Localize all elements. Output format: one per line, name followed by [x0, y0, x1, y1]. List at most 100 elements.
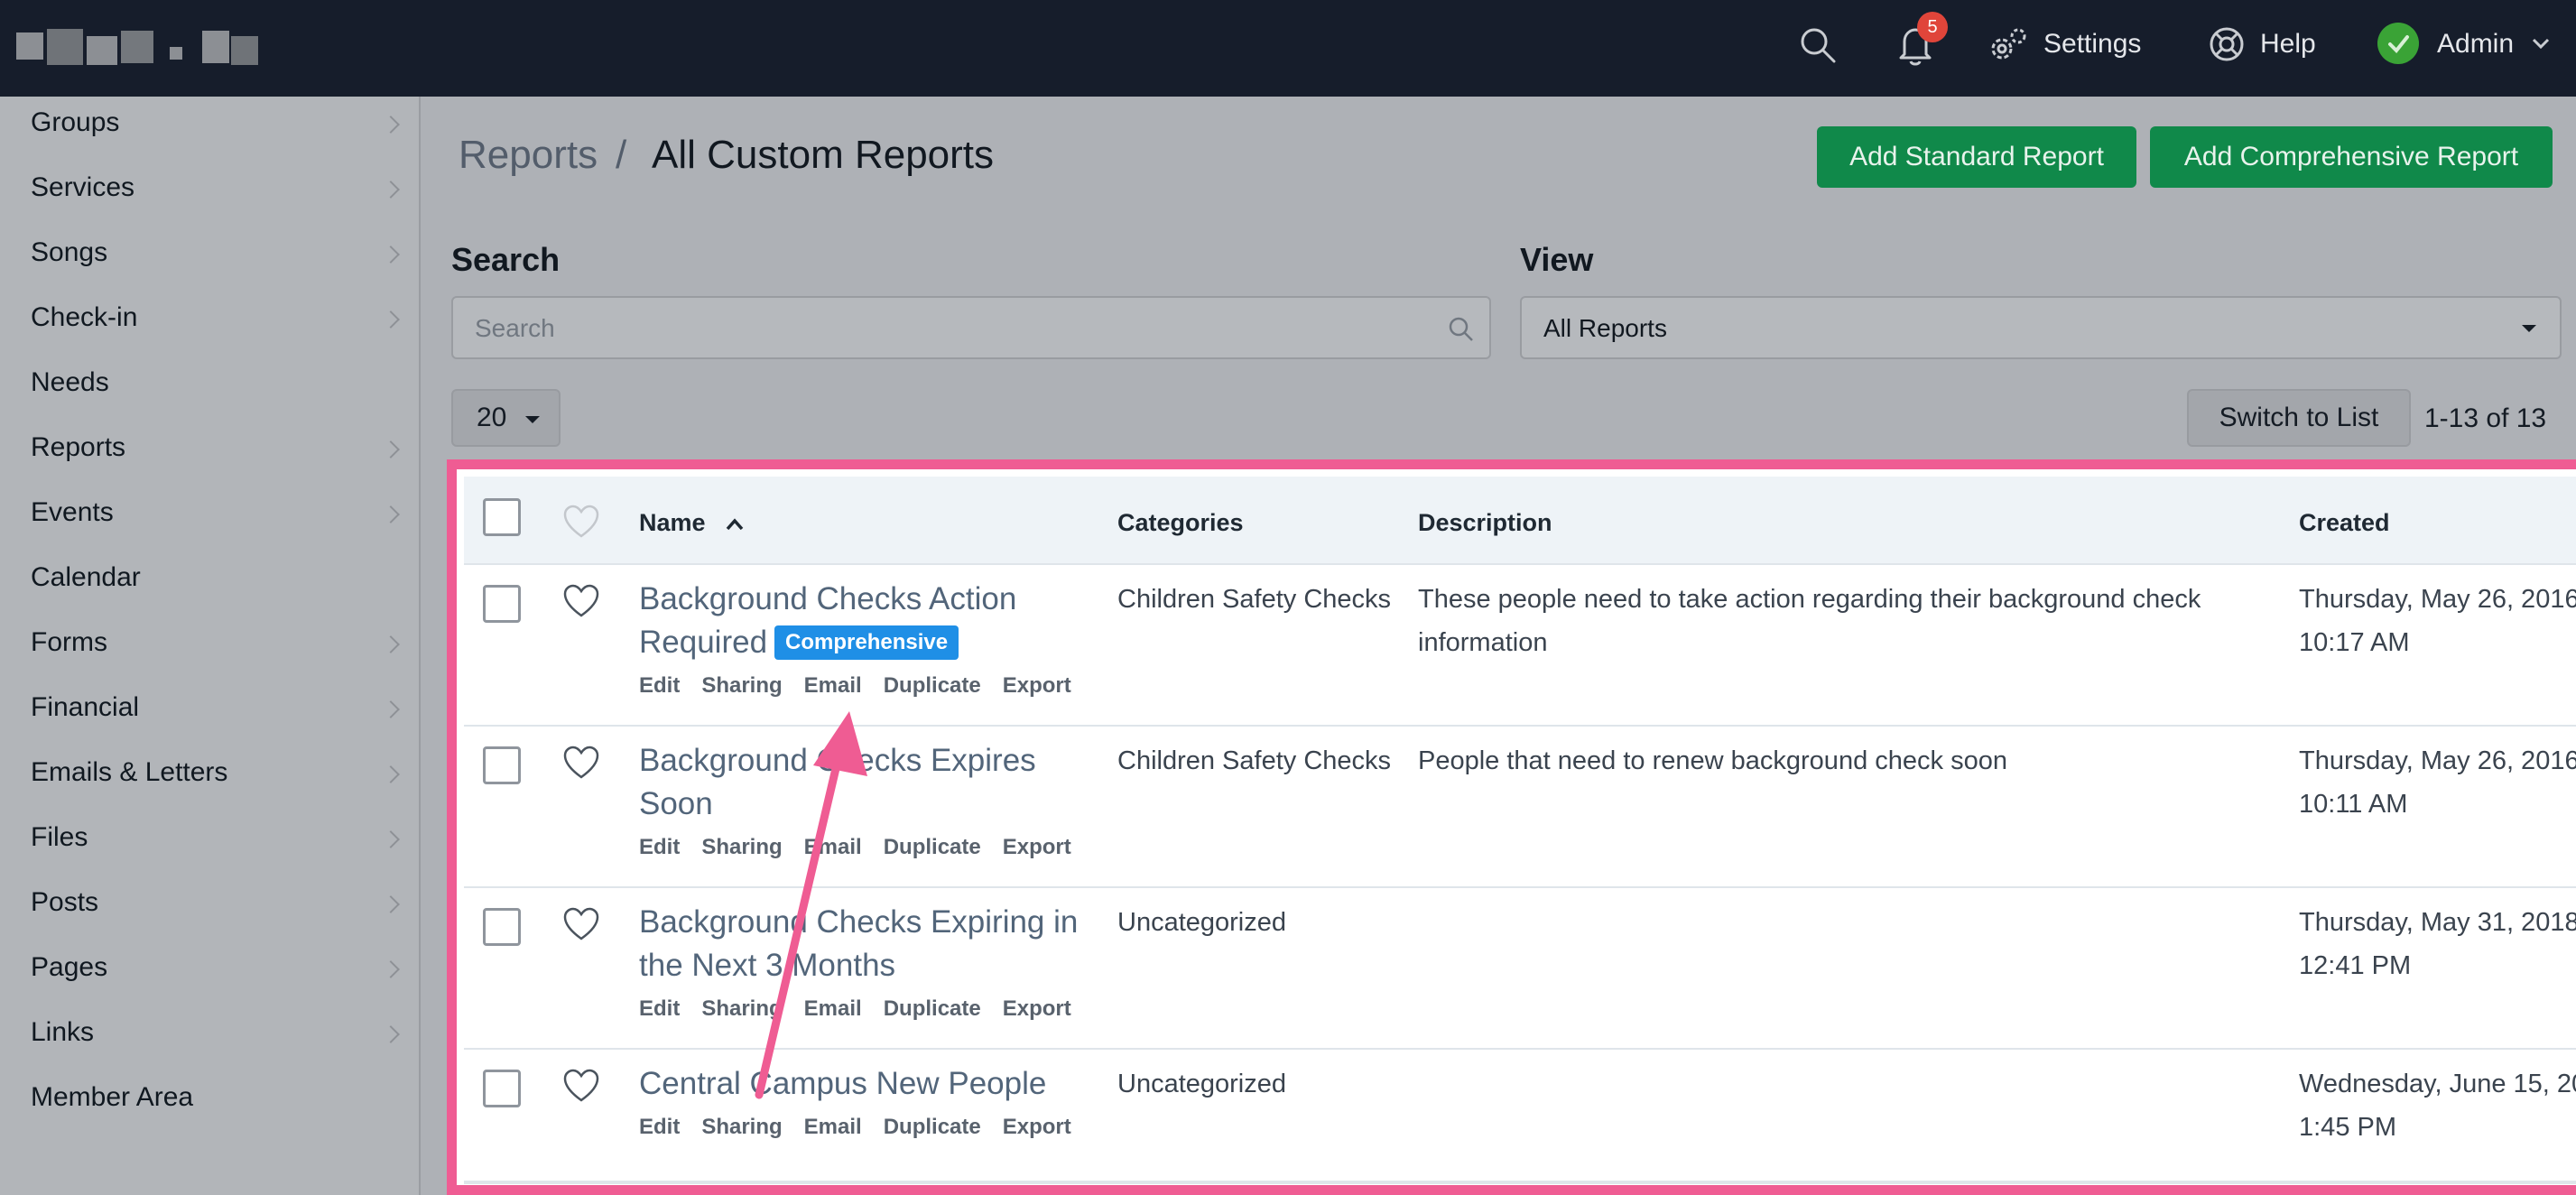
chevron-right-icon: [382, 181, 400, 199]
row-created: Wednesday, June 15, 2016 1:45 PM: [2299, 1062, 2576, 1149]
sidebar-item-member-area[interactable]: Member Area: [0, 1071, 419, 1126]
add-standard-report-button[interactable]: Add Standard Report: [1817, 126, 2136, 188]
sidebar-item-label: Emails & Letters: [31, 757, 228, 787]
created-time: 10:17 AM: [2299, 628, 2410, 657]
caret-down-icon: [525, 416, 540, 423]
sidebar-item-services[interactable]: Services: [0, 162, 419, 216]
sidebar-item-label: Services: [31, 172, 135, 202]
sidebar-item-label: Posts: [31, 887, 99, 917]
pagination-range: 1-13 of 13: [2424, 403, 2547, 433]
top-navigation-bar: 5 Settings Help Admin: [0, 0, 2576, 97]
description-line1: These people need to take action regardi…: [1418, 585, 2201, 614]
sidebar-item-reports[interactable]: Reports: [0, 421, 419, 476]
blurred-logo[interactable]: [16, 29, 258, 65]
sidebar-item-label: Reports: [31, 432, 126, 462]
sidebar-item-label: Needs: [31, 367, 109, 397]
checkmark-icon: [2388, 35, 2409, 53]
sidebar-item-label: Files: [31, 822, 88, 852]
sidebar-item-pages[interactable]: Pages: [0, 941, 419, 996]
sidebar-item-events[interactable]: Events: [0, 486, 419, 541]
row-description: People that need to renew background che…: [1418, 739, 2284, 783]
help-lifebuoy-icon[interactable]: [2208, 25, 2246, 63]
chevron-right-icon: [382, 1025, 400, 1043]
view-select[interactable]: All Reports: [1520, 296, 2562, 359]
created-date: Thursday, May 31, 2018: [2299, 908, 2576, 937]
user-menu-label[interactable]: Admin: [2437, 29, 2514, 60]
sidebar-item-label: Pages: [31, 952, 108, 982]
search-label: Search: [451, 241, 561, 278]
created-time: 12:41 PM: [2299, 951, 2412, 980]
annotation-arrow: [755, 711, 867, 1099]
row-description: [1418, 901, 2284, 944]
description-line1: People that need to renew background che…: [1418, 746, 2007, 775]
search-icon: [1449, 317, 1473, 341]
description-line2: information: [1418, 628, 1548, 657]
sidebar-item-needs[interactable]: Needs: [0, 357, 419, 411]
view-selected-value: All Reports: [1543, 314, 1667, 342]
sidebar-item-label: Financial: [31, 692, 140, 722]
created-time: 10:11 AM: [2299, 790, 2408, 819]
chevron-right-icon: [382, 116, 400, 134]
caret-down-icon: [2522, 325, 2536, 332]
chevron-right-icon: [382, 310, 400, 329]
search-input[interactable]: Search: [451, 296, 1491, 359]
sidebar-item-emails-letters[interactable]: Emails & Letters: [0, 746, 419, 801]
help-link[interactable]: Help: [2260, 29, 2316, 60]
main-content: Reports / All Custom Reports Add Standar…: [422, 97, 2576, 1195]
chevron-right-icon: [382, 765, 400, 783]
per-page-select[interactable]: 20: [451, 389, 561, 447]
created-time: 1:45 PM: [2299, 1113, 2396, 1142]
view-label: View: [1520, 241, 1594, 278]
sidebar-item-label: Events: [31, 497, 114, 527]
sidebar-item-label: Groups: [31, 107, 120, 137]
sidebar: Groups Services Songs Check-in Needs Reports E…: [0, 97, 421, 1195]
settings-link[interactable]: Settings: [2043, 29, 2141, 60]
page-title: All Custom Reports: [652, 133, 995, 177]
sidebar-item-check-in[interactable]: Check-in: [0, 292, 419, 346]
row-created: Thursday, May 26, 2016 10:11 AM: [2299, 739, 2576, 826]
reports-table-panel: Name Categories Description Created Back…: [447, 459, 2576, 1195]
sidebar-item-financial[interactable]: Financial: [0, 681, 419, 736]
switch-to-list-button[interactable]: Switch to List: [2187, 389, 2411, 447]
sidebar-item-label: Check-in: [31, 302, 138, 332]
chevron-right-icon: [382, 830, 400, 848]
sidebar-item-label: Calendar: [31, 562, 141, 592]
user-avatar[interactable]: [2377, 23, 2419, 64]
settings-gears-icon[interactable]: [1986, 23, 2029, 67]
chevron-right-icon: [382, 440, 400, 459]
per-page-value: 20: [477, 403, 507, 432]
sidebar-item-label: Forms: [31, 627, 107, 657]
sidebar-item-files[interactable]: Files: [0, 811, 419, 866]
created-date: Thursday, May 26, 2016: [2299, 746, 2576, 775]
chevron-right-icon: [382, 960, 400, 978]
breadcrumb-separator: /: [616, 133, 627, 177]
created-date: Wednesday, June 15, 2016: [2299, 1070, 2576, 1098]
sidebar-item-groups[interactable]: Groups: [0, 97, 419, 151]
chevron-down-icon[interactable]: [2531, 36, 2551, 51]
sidebar-item-forms[interactable]: Forms: [0, 616, 419, 671]
column-header-description[interactable]: Description: [1418, 509, 1552, 537]
sidebar-item-label: Member Area: [31, 1082, 194, 1112]
search-placeholder: Search: [475, 314, 555, 342]
row-created: Thursday, May 31, 2018 12:41 PM: [2299, 901, 2576, 987]
chevron-right-icon: [382, 700, 400, 718]
add-comprehensive-report-button[interactable]: Add Comprehensive Report: [2150, 126, 2553, 188]
row-created: Thursday, May 26, 2016 10:17 AM: [2299, 578, 2576, 664]
notification-count-badge: 5: [1917, 12, 1948, 42]
chevron-right-icon: [382, 895, 400, 913]
column-header-created[interactable]: Created: [2299, 509, 2390, 537]
search-icon[interactable]: [1798, 25, 1838, 65]
chevron-right-icon: [382, 245, 400, 264]
sidebar-item-links[interactable]: Links: [0, 1006, 419, 1061]
sidebar-item-posts[interactable]: Posts: [0, 876, 419, 931]
chevron-right-icon: [382, 505, 400, 523]
sidebar-item-songs[interactable]: Songs: [0, 227, 419, 281]
breadcrumb-reports-link[interactable]: Reports: [459, 133, 598, 178]
created-date: Thursday, May 26, 2016: [2299, 585, 2576, 614]
row-description: These people need to take action regardi…: [1418, 578, 2284, 664]
row-description: [1418, 1062, 2284, 1106]
sidebar-item-label: Links: [31, 1017, 95, 1047]
sidebar-item-calendar[interactable]: Calendar: [0, 551, 419, 606]
sidebar-item-label: Songs: [31, 237, 108, 267]
chevron-right-icon: [382, 635, 400, 653]
